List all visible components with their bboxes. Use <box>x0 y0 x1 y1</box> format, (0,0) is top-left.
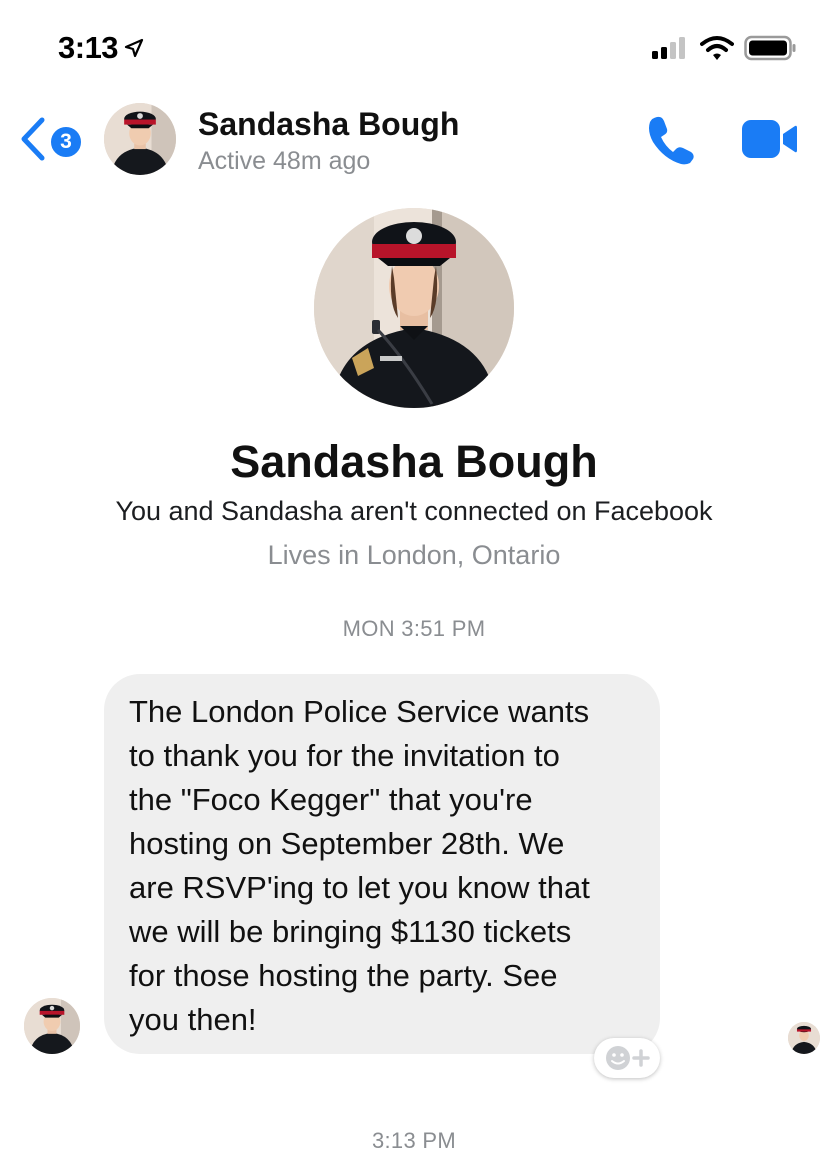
profile-name: Sandasha Bough <box>230 436 598 487</box>
message-line: you then! <box>129 1002 257 1037</box>
messenger-chat-screen: 3:13 3 Sandasha Bough Active 48m ago San… <box>0 0 828 1174</box>
message-bubble[interactable]: The London Police Service wants to thank… <box>104 674 660 1054</box>
contact-name[interactable]: Sandasha Bough <box>198 106 459 143</box>
active-status: Active 48m ago <box>198 147 371 175</box>
status-bar-time: 3:13 <box>58 30 144 66</box>
message-timestamp: 3:13 PM <box>371 1128 457 1153</box>
video-call-button[interactable] <box>740 118 798 160</box>
add-reaction-button[interactable] <box>594 1038 660 1078</box>
officer-avatar-icon <box>104 103 176 175</box>
chevron-left-icon <box>21 117 45 161</box>
message-line: for those hosting the party. See <box>129 958 558 993</box>
sender-avatar[interactable] <box>24 998 80 1054</box>
header-avatar[interactable] <box>104 103 176 175</box>
cellular-signal-icon <box>652 37 685 59</box>
connection-note: You and Sandasha aren't connected on Fac… <box>115 496 713 526</box>
status-time-text: 3:13 <box>58 30 119 65</box>
message-line: the "Foco Kegger" that you're <box>129 782 533 817</box>
video-call-icon <box>742 120 797 158</box>
profile-location: Lives in London, Ontario <box>267 540 561 570</box>
profile-photo[interactable] <box>314 208 514 408</box>
officer-portrait-icon <box>314 208 514 408</box>
read-receipt-avatar <box>788 1022 820 1054</box>
unread-count-badge[interactable]: 3 <box>48 124 84 160</box>
location-arrow-icon <box>124 38 144 58</box>
officer-avatar-icon <box>24 998 80 1054</box>
audio-call-button[interactable] <box>646 114 696 166</box>
wifi-icon <box>700 36 734 60</box>
message-line: to thank you for the invitation to <box>129 738 560 773</box>
message-line: The London Police Service wants <box>129 694 590 729</box>
message-line: are RSVP'ing to let you know that <box>129 870 590 905</box>
smiley-plus-icon <box>606 1046 650 1070</box>
message-line: we will be bringing $1130 tickets <box>129 914 572 949</box>
battery-icon <box>744 35 796 61</box>
message-timestamp: MON 3:51 PM <box>342 616 486 641</box>
message-line: hosting on September 28th. We <box>129 826 565 861</box>
phone-call-icon <box>649 116 694 165</box>
officer-avatar-icon <box>788 1022 820 1054</box>
status-bar-indicators <box>650 35 798 61</box>
